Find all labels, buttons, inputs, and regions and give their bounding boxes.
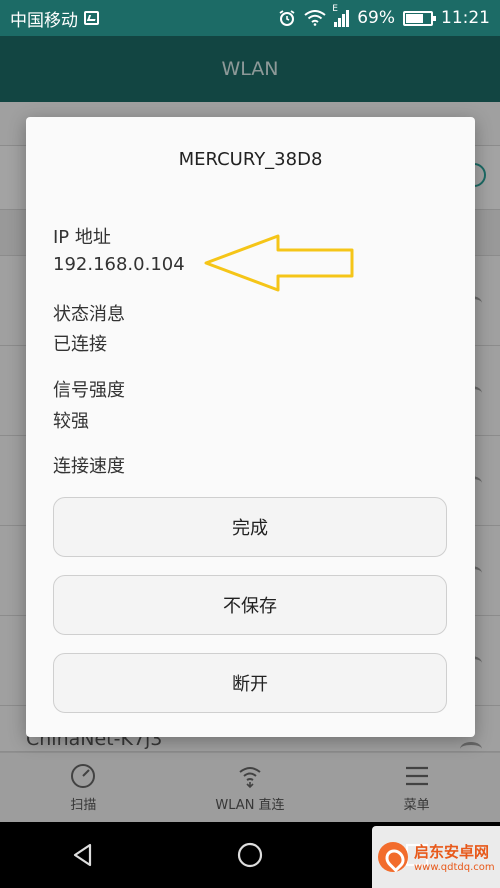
network-details-dialog: MERCURY_38D8 IP 地址 192.168.0.104 状态消息 已连… bbox=[26, 117, 475, 737]
watermark-logo-icon bbox=[378, 842, 408, 872]
battery-icon bbox=[403, 10, 436, 26]
dialog-title: MERCURY_38D8 bbox=[178, 149, 323, 170]
carrier-name: 中国移动 bbox=[10, 10, 78, 31]
home-icon[interactable] bbox=[236, 841, 264, 869]
clock: 11:21 bbox=[441, 8, 490, 28]
image-notification-icon bbox=[84, 11, 99, 25]
network-type-label: E bbox=[332, 3, 338, 14]
ip-address-label: IP 地址 bbox=[53, 227, 111, 248]
signal-strength-label: 信号强度 bbox=[53, 380, 125, 401]
watermark-name: 启东安卓网 bbox=[414, 843, 490, 861]
done-button[interactable]: 完成 bbox=[53, 497, 447, 557]
battery-percent: 69% bbox=[357, 8, 395, 28]
annotation-arrow-icon bbox=[204, 234, 354, 292]
watermark-url: www.qdtdq.com bbox=[414, 862, 495, 873]
status-value: 已连接 bbox=[53, 334, 107, 355]
back-icon[interactable] bbox=[70, 842, 96, 868]
ip-address-value: 192.168.0.104 bbox=[53, 254, 185, 275]
signal-strength-value: 较强 bbox=[53, 411, 89, 432]
alarm-icon bbox=[279, 10, 295, 26]
cellular-signal-icon: E bbox=[332, 4, 350, 27]
status-bar: 中国移动 E 69% 11:21 bbox=[0, 0, 500, 36]
wifi-icon bbox=[304, 10, 326, 26]
battery-level-fill bbox=[406, 13, 423, 23]
status-label: 状态消息 bbox=[53, 304, 125, 325]
link-speed-label: 连接速度 bbox=[53, 456, 125, 477]
disconnect-button[interactable]: 断开 bbox=[53, 653, 447, 713]
forget-button[interactable]: 不保存 bbox=[53, 575, 447, 635]
watermark: 启东安卓网 www.qdtdq.com bbox=[372, 826, 500, 888]
